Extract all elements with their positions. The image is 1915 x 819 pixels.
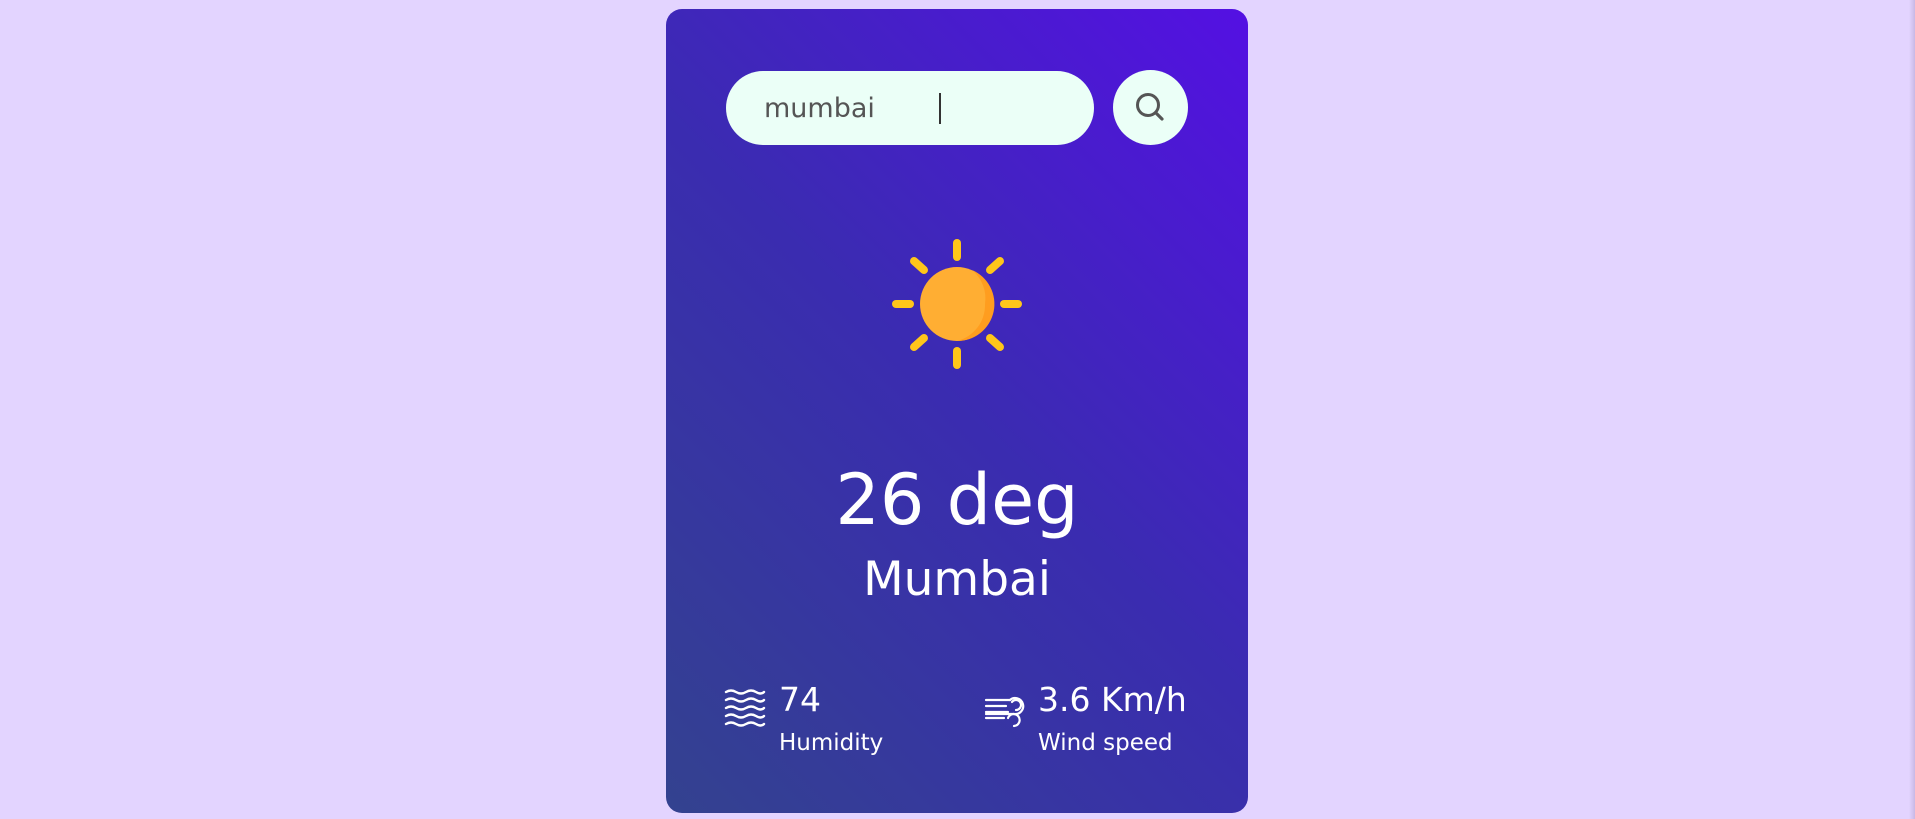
weather-card: 26 deg Mumbai 74 Humidity bbox=[666, 9, 1248, 813]
page: 26 deg Mumbai 74 Humidity bbox=[0, 0, 1915, 819]
wind-icon bbox=[984, 697, 1025, 728]
sun-icon bbox=[892, 239, 1022, 369]
humidity-value: 74 bbox=[779, 680, 821, 719]
text-cursor bbox=[939, 93, 941, 124]
wind-label: Wind speed bbox=[1038, 730, 1173, 756]
search-input[interactable] bbox=[726, 71, 1094, 145]
weather-icon bbox=[882, 229, 1032, 383]
scrollbar-edge bbox=[1909, 0, 1915, 819]
humidity-label: Humidity bbox=[779, 730, 884, 756]
search-icon bbox=[1136, 93, 1164, 121]
wind-value: 3.6 Km/h bbox=[1038, 680, 1187, 719]
wind-detail: 3.6 Km/h Wind speed bbox=[983, 676, 1203, 766]
search-button[interactable] bbox=[1113, 70, 1188, 145]
temperature: 26 deg bbox=[835, 459, 1079, 541]
search-bar bbox=[726, 70, 1188, 146]
humidity-icon bbox=[724, 689, 766, 727]
city-name: Mumbai bbox=[863, 552, 1051, 607]
humidity-detail: 74 Humidity bbox=[724, 676, 924, 766]
